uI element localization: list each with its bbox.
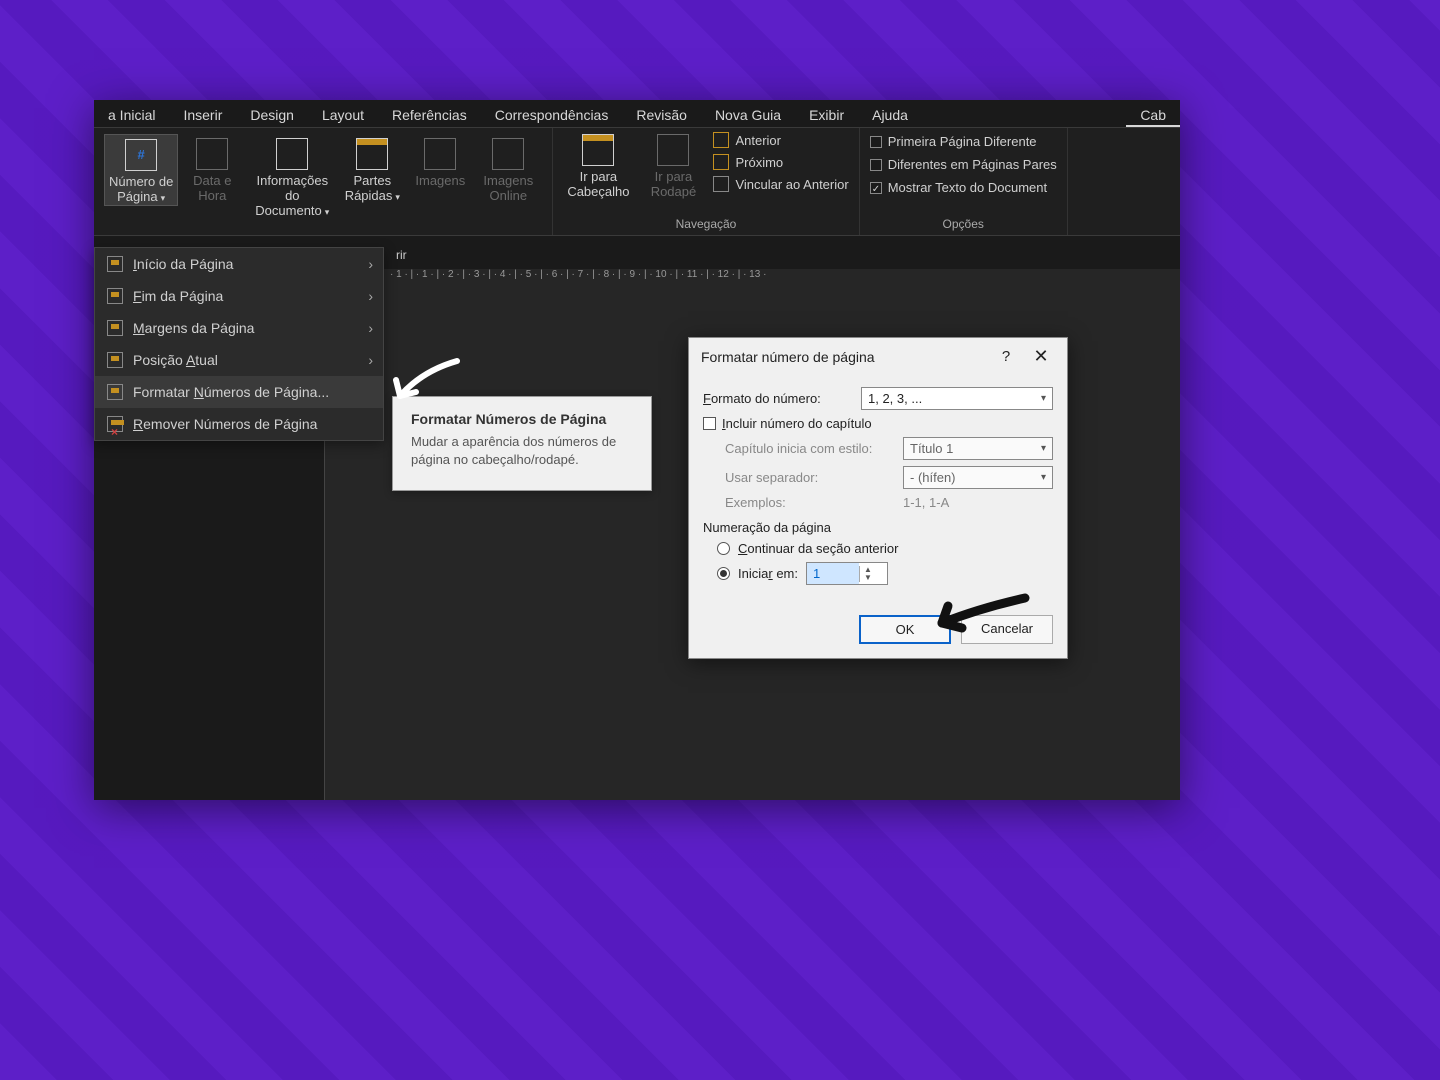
images-online-button[interactable]: ImagensOnline	[474, 134, 542, 204]
tab-exibir[interactable]: Exibir	[795, 103, 858, 127]
tooltip-body: Mudar a aparência dos números de página …	[411, 433, 633, 468]
page-numbering-section: Numeração da página	[703, 520, 1053, 535]
arrow-up-icon	[713, 132, 729, 148]
link-icon	[713, 176, 729, 192]
menu-remove-page-numbers[interactable]: Remover Números de Página	[95, 408, 383, 440]
menu-page-margins[interactable]: Margens da Página ›	[95, 312, 383, 344]
header-icon	[582, 134, 614, 166]
dialog-titlebar: Formatar número de página ? ✕	[689, 338, 1067, 375]
page-number-icon: #	[125, 139, 157, 171]
globe-image-icon	[492, 138, 524, 170]
chevron-right-icon: ›	[368, 256, 373, 272]
menu-bottom-of-page[interactable]: Fim da Página ›	[95, 280, 383, 312]
tab-novaguia[interactable]: Nova Guia	[701, 103, 795, 127]
separator-combo[interactable]: - (hífen)▾	[903, 466, 1053, 489]
next-section-link[interactable]: Próximo	[713, 154, 848, 170]
help-button[interactable]: ?	[991, 348, 1021, 365]
tooltip-format-page-numbers: Formatar Números de Página Mudar a aparê…	[392, 396, 652, 491]
menu-top-of-page[interactable]: IInício da Páginanício da Página ›	[95, 248, 383, 280]
chapter-style-combo[interactable]: Título 1▾	[903, 437, 1053, 460]
doc-info-icon	[276, 138, 308, 170]
close-button[interactable]: ✕	[1021, 346, 1061, 367]
chevron-right-icon: ›	[368, 320, 373, 336]
examples-value: 1-1, 1-A	[903, 495, 949, 510]
separator-label: Usar separador:	[725, 470, 895, 485]
continue-section-radio[interactable]: Continuar da seção anterior	[717, 541, 1053, 556]
spin-down-icon[interactable]: ▼	[860, 574, 876, 582]
tab-cabecalho[interactable]: Cab	[1126, 103, 1180, 127]
horizontal-ruler: · 1 · | · 1 · | · 2 · | · 3 · | · 4 · | …	[384, 269, 1180, 287]
tab-referencias[interactable]: Referências	[378, 103, 481, 127]
format-page-numbers-icon	[107, 384, 123, 400]
tab-design[interactable]: Design	[236, 103, 308, 127]
remove-page-numbers-icon	[107, 416, 123, 432]
page-margins-icon	[107, 320, 123, 336]
chevron-right-icon: ›	[368, 352, 373, 368]
page-top-icon	[107, 256, 123, 272]
previous-section-link[interactable]: Anterior	[713, 132, 848, 148]
number-format-combo[interactable]: 1, 2, 3, ...▾	[861, 387, 1053, 410]
chapter-style-label: Capítulo inicia com estilo:	[725, 441, 895, 456]
footer-icon	[657, 134, 689, 166]
images-button[interactable]: Imagens	[406, 134, 474, 189]
start-at-spinner[interactable]: ▲▼	[806, 562, 888, 585]
navigation-group-label: Navegação	[563, 217, 848, 233]
doc-info-button[interactable]: Informações doDocumento	[246, 134, 338, 219]
tab-inserir[interactable]: Inserir	[169, 103, 236, 127]
ribbon-tabs: a Inicial Inserir Design Layout Referênc…	[94, 100, 1180, 128]
goto-header-button[interactable]: Ir paraCabeçalho	[563, 130, 633, 200]
current-position-icon	[107, 352, 123, 368]
menu-current-position[interactable]: Posição Atual ›	[95, 344, 383, 376]
date-time-button[interactable]: Data eHora	[178, 134, 246, 204]
tab-inicial[interactable]: a Inicial	[94, 103, 169, 127]
goto-footer-button[interactable]: Ir paraRodapé	[639, 130, 707, 200]
options-group-label: Opções	[870, 217, 1057, 233]
annotation-arrow-white	[392, 356, 462, 406]
number-format-label: Formato do número:	[703, 391, 853, 406]
ruler-fragment: rir	[396, 248, 407, 262]
different-first-page-check[interactable]: Primeira Página Diferente	[870, 134, 1057, 149]
page-number-button[interactable]: # Número dePágina	[104, 134, 178, 206]
page-bottom-icon	[107, 288, 123, 304]
link-previous-link[interactable]: Vincular ao Anterior	[713, 176, 848, 192]
different-odd-even-check[interactable]: Diferentes em Páginas Pares	[870, 157, 1057, 172]
tab-layout[interactable]: Layout	[308, 103, 378, 127]
tooltip-title: Formatar Números de Página	[411, 411, 633, 427]
tab-ajuda[interactable]: Ajuda	[858, 103, 922, 127]
word-app-window: a Inicial Inserir Design Layout Referênc…	[94, 100, 1180, 800]
image-icon	[424, 138, 456, 170]
start-at-input[interactable]	[807, 563, 859, 584]
dialog-title: Formatar número de página	[701, 349, 875, 365]
chevron-right-icon: ›	[368, 288, 373, 304]
page-number-menu: IInício da Páginanício da Página › Fim d…	[94, 247, 384, 441]
annotation-arrow-dark	[930, 588, 1030, 638]
examples-label: Exemplos:	[725, 495, 895, 510]
tab-correspondencias[interactable]: Correspondências	[481, 103, 623, 127]
menu-format-page-numbers[interactable]: Formatar Números de Página...	[95, 376, 383, 408]
start-at-radio[interactable]: Iniciar em: ▲▼	[717, 562, 1053, 585]
tab-revisao[interactable]: Revisão	[622, 103, 701, 127]
calendar-icon	[196, 138, 228, 170]
show-text-check[interactable]: Mostrar Texto do Document	[870, 180, 1057, 195]
arrow-down-icon	[713, 154, 729, 170]
ribbon: # Número dePágina Data eHora Informações…	[94, 128, 1180, 236]
quick-parts-button[interactable]: PartesRápidas	[338, 134, 406, 204]
include-chapter-check[interactable]: Incluir número do capítulo	[703, 416, 1053, 431]
quick-parts-icon	[356, 138, 388, 170]
